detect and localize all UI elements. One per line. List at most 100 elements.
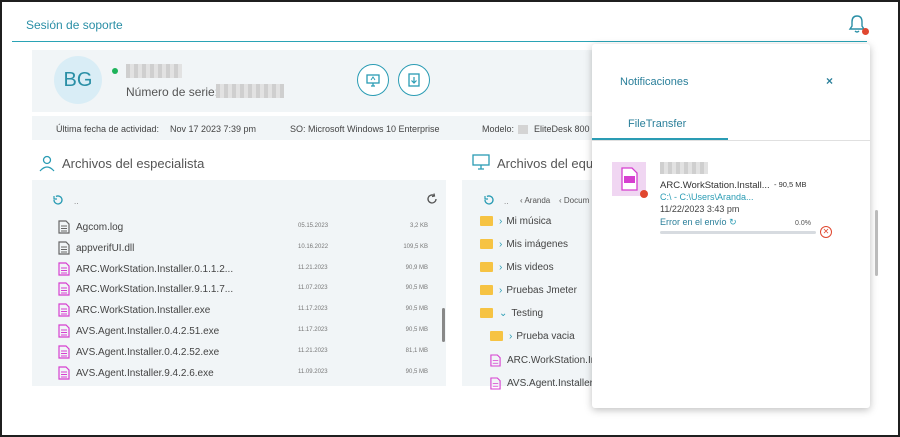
tree-label: Prueba vacia <box>516 331 575 342</box>
exe-file-icon <box>58 303 70 317</box>
activity-bar: Última fecha de actividad: Nov 17 2023 7… <box>32 116 592 140</box>
file-name: AVS.Agent.Installer.9.4.2.6.exe <box>76 367 214 379</box>
close-icon[interactable]: × <box>826 74 833 88</box>
tree-label: Mis videos <box>506 262 554 273</box>
monitor-icon <box>366 74 380 87</box>
tree-label: AVS.Agent.Installer <box>507 378 593 390</box>
chevron-down-icon[interactable]: ⌄ <box>499 308 507 319</box>
app-window: Sesión de soporte BG Número de serie: Úl… <box>0 0 900 437</box>
device-history-icon[interactable] <box>483 194 495 206</box>
last-activity-label: Última fecha de actividad: <box>56 124 160 134</box>
file-date: 10.16.2022 <box>298 243 329 250</box>
notification-datetime: 11/22/2023 3:43 pm <box>660 204 740 214</box>
chevron-right-icon[interactable]: › <box>499 216 502 227</box>
specialist-files-title: Archivos del especialista <box>62 156 205 171</box>
file-name: Agcom.log <box>76 222 124 233</box>
folder-icon <box>480 308 493 319</box>
device-path-ellipsis: .. <box>504 197 509 206</box>
page-title: Sesión de soporte <box>26 18 123 32</box>
notification-dot <box>862 28 869 35</box>
file-size: 81,1 MB <box>405 347 428 354</box>
transfer-icon <box>408 73 420 87</box>
notification-status: Error en el envío ↻ <box>660 217 737 227</box>
tree-folder-item[interactable]: › Mi música <box>480 216 551 234</box>
tab-filetransfer[interactable]: FileTransfer <box>628 118 686 130</box>
refresh-icon[interactable] <box>426 193 438 205</box>
tree-file-item[interactable]: AVS.Agent.Installer <box>490 377 593 395</box>
tree-folder-item[interactable]: › Mis videos <box>480 262 554 280</box>
exe-file-icon <box>58 345 70 359</box>
tree-label: ARC.WorkStation.In <box>507 355 597 367</box>
file-name: ARC.WorkStation.Installer.exe <box>76 305 211 317</box>
tree-folder-item[interactable]: › Pruebas Jmeter <box>480 285 577 303</box>
specialist-path[interactable]: .. <box>74 197 78 206</box>
cancel-transfer-icon[interactable]: ✕ <box>820 226 832 238</box>
serial-label: Número de serie: <box>126 85 219 99</box>
chevron-right-icon[interactable]: › <box>509 331 512 342</box>
user-card <box>32 50 592 112</box>
os-label: SO: <box>290 124 306 134</box>
file-date: 11.17.2023 <box>298 306 328 313</box>
file-row[interactable]: ARC.WorkStation.Installer.0.1.1.2... 11.2… <box>58 260 436 280</box>
file-size: 3,2 KB <box>409 223 428 229</box>
file-row[interactable]: ARC.WorkStation.Installer.exe 11.17.2023 9… <box>58 301 436 321</box>
tree-label: Testing <box>511 308 544 319</box>
header-bar: Sesión de soporte <box>12 8 867 42</box>
tree-folder-item[interactable]: › Prueba vacia <box>490 331 575 349</box>
tree-file-item[interactable]: ARC.WorkStation.In <box>490 354 596 372</box>
spinner-icon: ↻ <box>729 217 737 227</box>
exe-file-icon <box>58 365 70 380</box>
history-icon[interactable] <box>52 194 64 206</box>
online-status-dot <box>112 68 118 74</box>
error-dot <box>640 190 648 198</box>
file-row[interactable]: AVS.Agent.Installer.0.4.2.51.exe 11.17.20… <box>58 322 436 342</box>
chevron-right-icon[interactable]: › <box>499 262 502 273</box>
avatar: BG <box>54 56 102 104</box>
tree-folder-item[interactable]: ⌄ Testing <box>480 308 543 326</box>
breadcrumb-aranda[interactable]: ‹ Aranda <box>520 196 550 205</box>
file-date: 11.21.2023 <box>298 347 328 354</box>
file-name: appverifUI.dll <box>76 242 135 254</box>
folder-icon <box>480 262 493 273</box>
exe-file-icon <box>58 282 70 296</box>
file-size: 90,5 MB <box>405 306 428 313</box>
file-size: 109,5 KB <box>403 243 428 250</box>
last-activity-value: Nov 17 2023 7:39 pm <box>170 124 257 134</box>
breadcrumb-documents[interactable]: ‹ Docum <box>559 196 589 205</box>
folder-icon <box>480 285 493 296</box>
file-row[interactable]: AVS.Agent.Installer.9.4.2.6.exe 11.09.202… <box>58 364 436 384</box>
file-row[interactable]: ARC.WorkStation.Installer.9.1.1.7... 11.0… <box>58 280 436 300</box>
folder-icon <box>490 331 503 342</box>
notification-path[interactable]: C:\ - C:\Users\Aranda... <box>660 192 754 202</box>
file-size: 90,5 MB <box>405 285 428 292</box>
file-date: 11.09.2023 <box>298 368 328 375</box>
tree-label: Pruebas Jmeter <box>506 285 577 296</box>
page-scrollbar[interactable] <box>875 210 878 276</box>
os-value: Microsoft Windows 10 Enterprise <box>308 124 440 134</box>
file-row[interactable]: AVS.Agent.Installer.0.4.2.52.exe 11.21.20… <box>58 343 436 363</box>
file-date: 11.21.2023 <box>298 264 328 271</box>
notification-filename: ARC.WorkStation.Install... <box>660 180 770 191</box>
tab-divider <box>592 140 870 141</box>
tree-label: Mis imágenes <box>506 239 569 250</box>
notification-percent: 0.0% <box>795 220 811 227</box>
chevron-right-icon[interactable]: › <box>499 239 502 250</box>
specialist-scrollbar[interactable] <box>442 308 445 342</box>
tree-folder-item[interactable]: › Mis imágenes <box>480 239 568 257</box>
chevron-right-icon[interactable]: › <box>499 285 502 296</box>
remote-control-button[interactable] <box>357 64 389 96</box>
exe-file-icon <box>490 354 501 367</box>
notifications-title: Notificaciones <box>620 76 689 88</box>
model-label: Modelo: <box>482 124 515 134</box>
specialist-icon <box>39 155 55 172</box>
file-row[interactable]: Agcom.log 05.15.2023 3,2 KB <box>58 218 436 238</box>
model-redacted <box>518 124 528 135</box>
exe-file-icon <box>58 261 70 276</box>
file-size: 90,9 MB <box>405 264 428 271</box>
exe-file-icon <box>490 377 501 390</box>
file-size: 90,5 MB <box>405 368 428 375</box>
file-row[interactable]: appverifUI.dll 10.16.2022 109,5 KB <box>58 239 436 259</box>
notifications-panel: Notificaciones × FileTransfer ARC.WorkSt… <box>592 44 870 408</box>
file-transfer-button[interactable] <box>398 64 430 96</box>
file-name: AVS.Agent.Installer.0.4.2.51.exe <box>76 326 220 337</box>
